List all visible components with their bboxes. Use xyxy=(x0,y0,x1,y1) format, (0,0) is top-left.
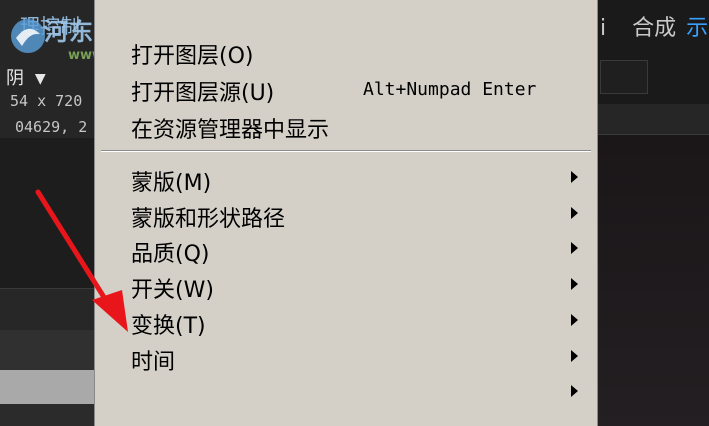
menu-item-time[interactable]: 时间 xyxy=(95,340,597,375)
panel-row[interactable] xyxy=(0,330,94,370)
submenu-arrow-icon xyxy=(571,385,578,397)
menu-item-label: 蒙版(M) xyxy=(131,171,212,196)
menu-item-open-layer-source[interactable]: 打开图层源(U) Alt+Numpad Enter xyxy=(95,71,597,106)
menu-item-label: 打开图层(O) xyxy=(131,44,254,69)
submenu-arrow-icon xyxy=(571,171,578,183)
menu-item-more[interactable] xyxy=(95,375,597,409)
menu-item-quality[interactable]: 品质(Q) xyxy=(95,232,597,267)
menu-item-label: 打开图层源(U) xyxy=(131,81,275,106)
menu-item-transform[interactable]: 变换(T) xyxy=(95,304,597,339)
menu-item-label: 开关(W) xyxy=(131,278,214,303)
menu-item-switches[interactable]: 开关(W) xyxy=(95,268,597,303)
panel-row-selected[interactable] xyxy=(0,370,94,404)
layer-context-menu: 打开图层(O) 打开图层源(U) Alt+Numpad Enter 在资源管理器… xyxy=(94,0,598,426)
tab-composition[interactable]: 合成 xyxy=(632,16,676,41)
menu-item-label: 品质(Q) xyxy=(131,242,210,267)
submenu-arrow-icon xyxy=(571,314,578,326)
watermark-logo-icon xyxy=(11,19,45,53)
tab-display[interactable]: 示 xyxy=(686,16,708,41)
search-input[interactable] xyxy=(600,60,648,94)
panel-list-area xyxy=(0,138,94,288)
menu-item-label: 在资源管理器中显示 xyxy=(131,118,330,143)
panel-row[interactable] xyxy=(0,288,94,329)
menu-item-label: 蒙版和形状路径 xyxy=(131,207,286,232)
composition-viewer[interactable] xyxy=(598,135,709,426)
submenu-arrow-icon xyxy=(571,278,578,290)
submenu-arrow-icon xyxy=(571,207,578,219)
menu-item-mask-and-shape-path[interactable]: 蒙版和形状路径 xyxy=(95,197,597,232)
menu-separator xyxy=(101,150,591,152)
menu-item-reveal-in-explorer[interactable]: 在资源管理器中显示 xyxy=(95,108,597,143)
composition-toolbar xyxy=(598,104,709,135)
tab-partial[interactable]: i xyxy=(600,16,606,41)
composition-coordinates: 04629, 2 xyxy=(15,118,88,136)
menu-item-shortcut: Alt+Numpad Enter xyxy=(363,79,537,100)
menu-item-label: 变换(T) xyxy=(131,314,206,339)
menu-item-open-layer[interactable]: 打开图层(O) xyxy=(95,34,597,69)
menu-item-label: 时间 xyxy=(131,350,176,375)
submenu-arrow-icon xyxy=(571,350,578,362)
submenu-arrow-icon xyxy=(571,242,578,254)
composition-tabs: i 合成示 xyxy=(598,10,708,42)
panel-row[interactable] xyxy=(0,404,94,426)
composition-dimensions: 54 x 720 xyxy=(10,92,83,110)
menu-item-mask[interactable]: 蒙版(M) xyxy=(95,161,597,196)
